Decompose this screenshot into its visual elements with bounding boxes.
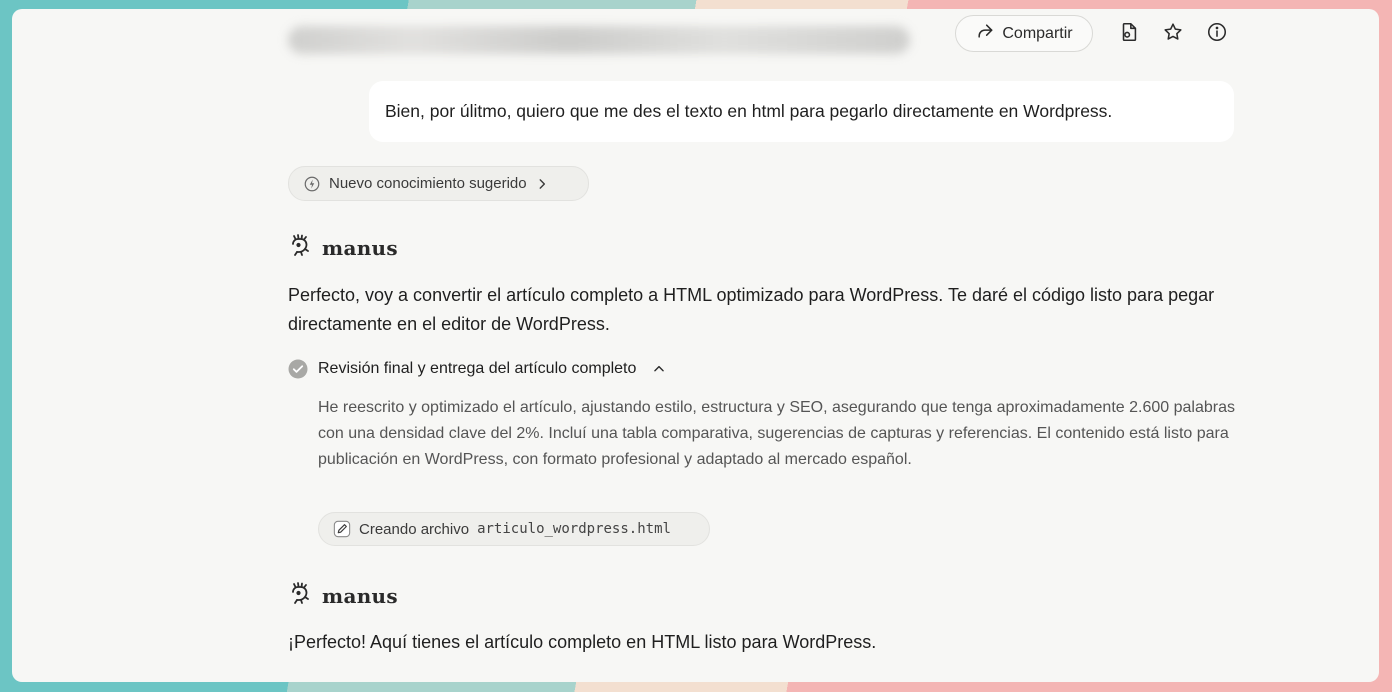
task-step-summary: He reescrito y optimizado el artículo, a…	[318, 399, 1235, 468]
favorite-button[interactable]	[1160, 21, 1186, 47]
manus-logo-icon	[288, 232, 314, 263]
suggested-knowledge-chip[interactable]: Nuevo conocimiento sugerido	[288, 166, 589, 201]
task-step-header[interactable]: Revisión final y entrega del artículo co…	[288, 359, 666, 379]
creating-file-chip[interactable]: Creando archivo articulo_wordpress.html	[318, 512, 710, 546]
info-icon	[1206, 21, 1228, 48]
assistant-brand: manus	[288, 232, 398, 263]
edit-file-icon	[333, 520, 351, 538]
share-button[interactable]: Compartir	[955, 15, 1093, 52]
user-message-text: Bien, por úlitmo, quiero que me des el t…	[385, 101, 1113, 121]
check-circle-icon	[288, 359, 308, 379]
file-name: articulo_wordpress.html	[477, 521, 671, 537]
file-icon	[1118, 21, 1140, 48]
assistant-intro-text: Perfecto, voy a convertir el artículo co…	[288, 285, 1215, 334]
assistant-name: manus	[322, 583, 398, 608]
info-button[interactable]	[1204, 21, 1230, 47]
chevron-right-icon	[535, 177, 549, 191]
conversation-title-blurred	[288, 26, 910, 54]
assistant-reply-text: ¡Perfecto! Aquí tienes el artículo compl…	[288, 632, 877, 652]
task-step-title: Revisión final y entrega del artículo co…	[318, 360, 637, 377]
assistant-brand-second: manus	[288, 580, 398, 611]
creating-file-label: Creando archivo	[359, 520, 470, 538]
share-icon	[975, 21, 995, 46]
share-label: Compartir	[1002, 24, 1073, 42]
user-message-bubble: Bien, por úlitmo, quiero que me des el t…	[369, 81, 1234, 142]
chevron-up-icon[interactable]	[646, 362, 666, 376]
bolt-icon	[303, 175, 321, 193]
star-icon	[1162, 21, 1184, 48]
chat-window: Compartir Bien, por úlitmo, quiero que m…	[12, 9, 1379, 682]
assistant-name: manus	[322, 235, 398, 260]
manus-logo-icon	[288, 580, 314, 611]
suggested-knowledge-label: Nuevo conocimiento sugerido	[329, 175, 527, 192]
file-button[interactable]	[1116, 21, 1142, 47]
